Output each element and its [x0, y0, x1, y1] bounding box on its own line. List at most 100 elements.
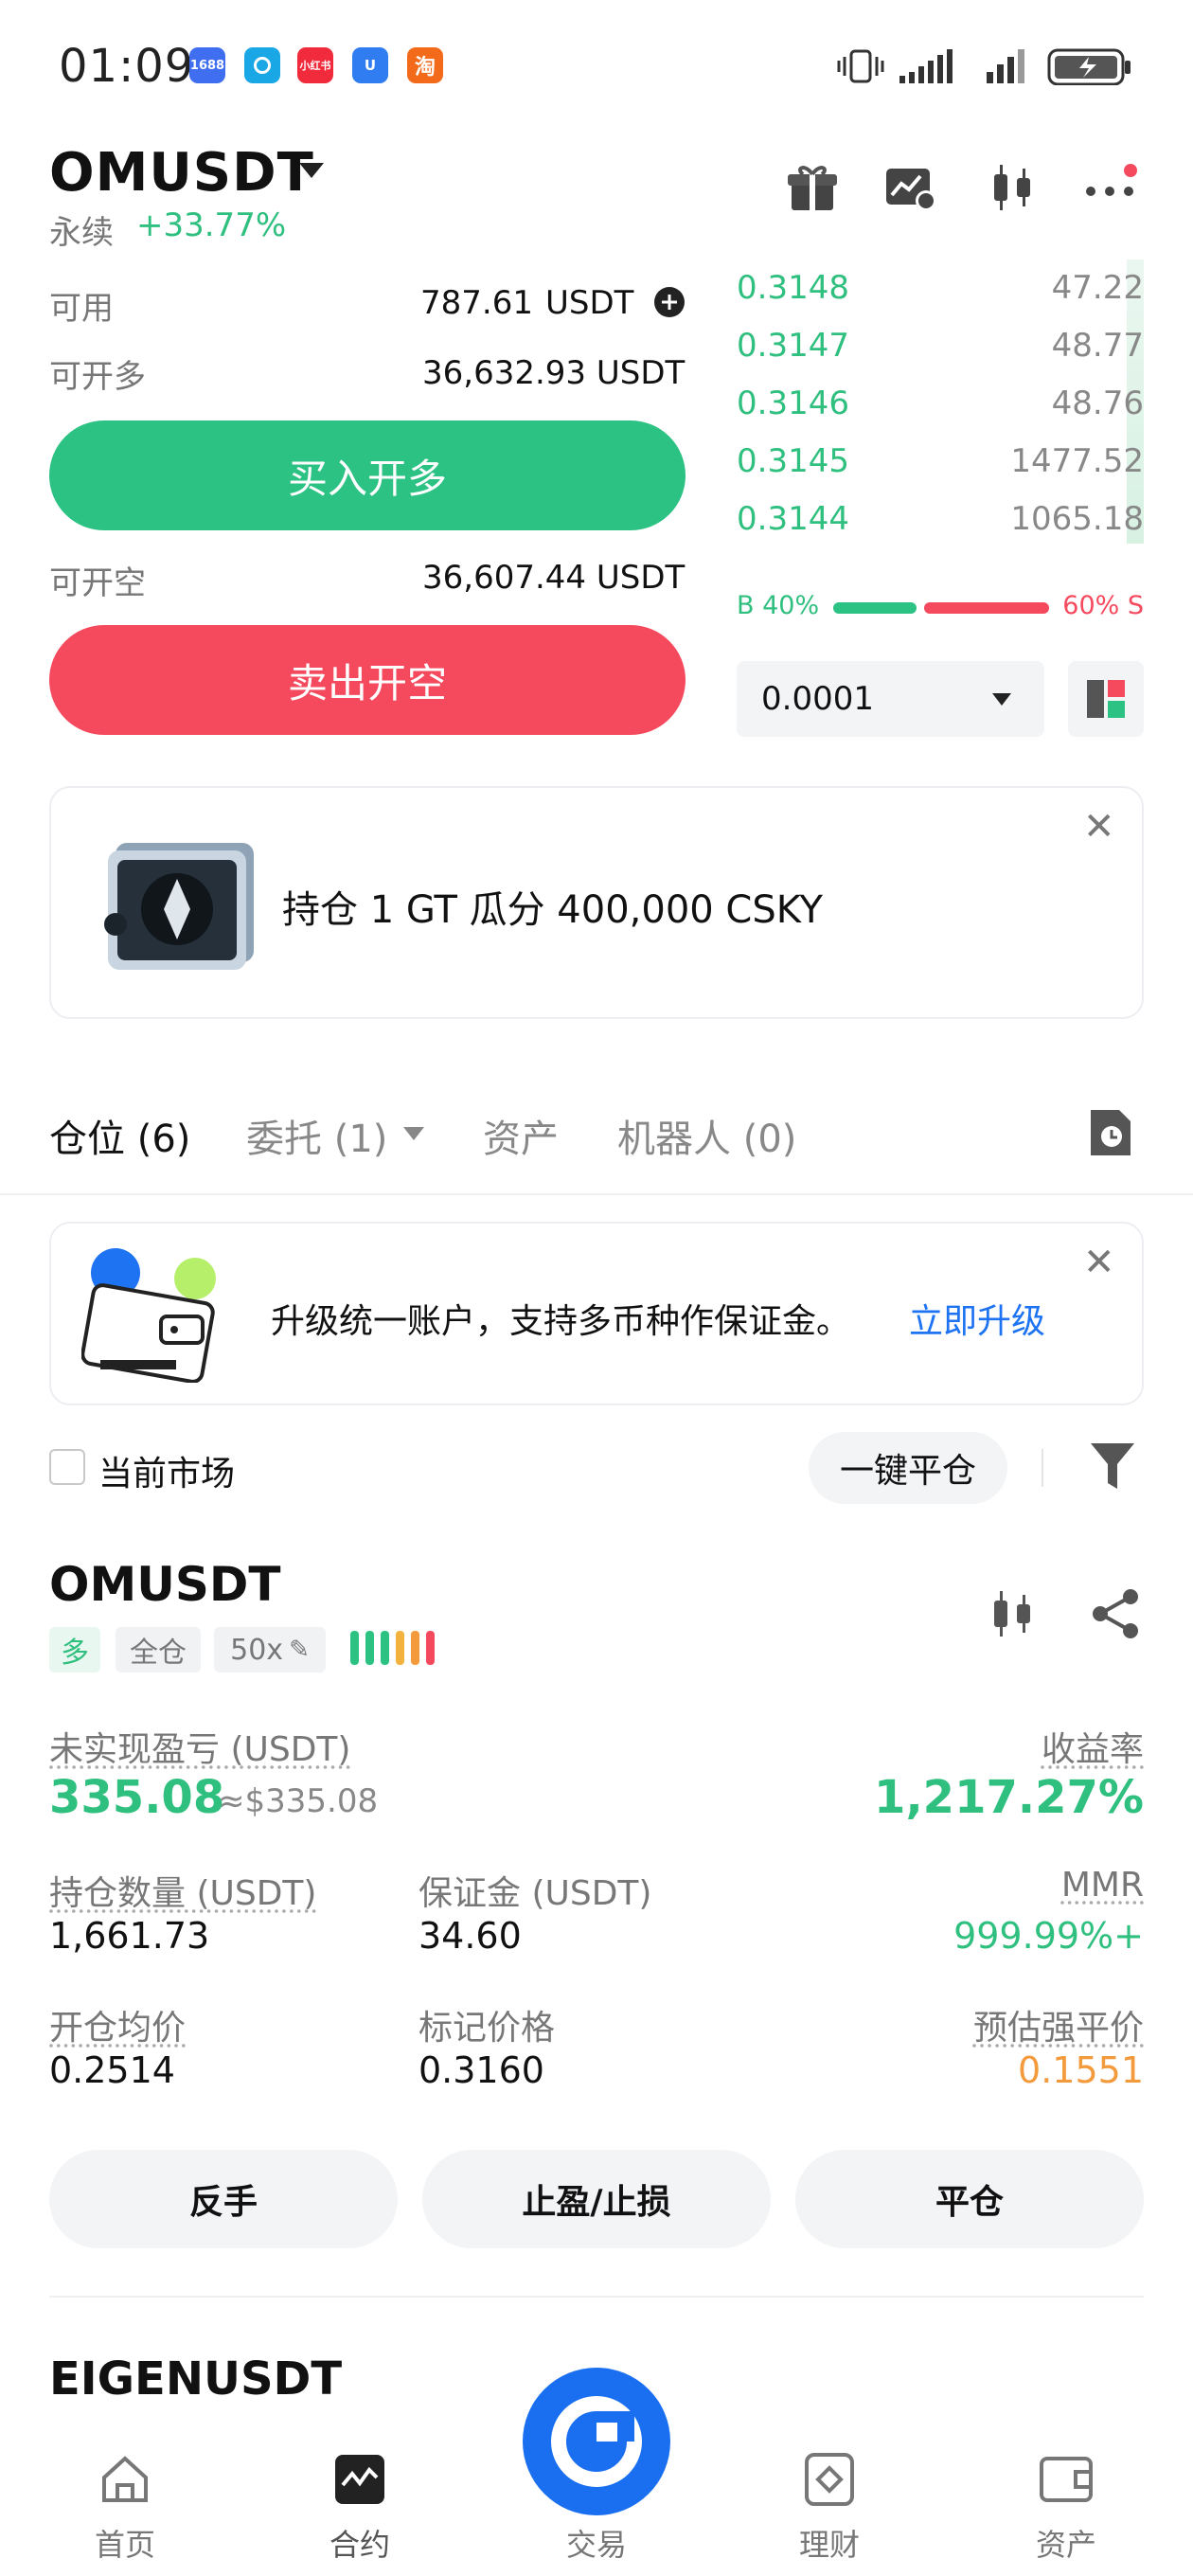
unrealized-pnl-usd: ≈$335.08: [218, 1782, 379, 1820]
more-icon[interactable]: [1081, 159, 1138, 216]
sell-short-button[interactable]: 卖出开空: [49, 625, 686, 735]
orderbook-qty: 1477.52: [1010, 442, 1144, 480]
orderbook-price[interactable]: 0.3148: [737, 269, 849, 307]
tab-positions[interactable]: 仓位 (6): [49, 1108, 190, 1163]
battery-icon: [1047, 48, 1131, 85]
buy-ratio-bar: [833, 602, 917, 614]
unrealized-pnl-label: 未实现盈亏 (USDT): [49, 1730, 351, 1769]
gt-token-cube-icon: [104, 843, 254, 970]
price-change-percent: +33.77%: [136, 206, 287, 244]
vibrate-icon: [837, 49, 884, 83]
app-1688-icon: 1688: [189, 47, 225, 83]
current-market-label[interactable]: 当前市场: [98, 1446, 235, 1495]
roe-label: 收益率: [1041, 1730, 1144, 1769]
tab-assets[interactable]: 资产: [483, 1108, 559, 1163]
chevron-down-icon: [992, 693, 1011, 706]
risk-level-bar: [381, 1631, 389, 1665]
share-icon[interactable]: [1087, 1585, 1144, 1642]
trade-fab-button[interactable]: [523, 2368, 670, 2515]
open-short-value: 36,607.44 USDT: [422, 559, 686, 597]
home-icon: [102, 2456, 148, 2502]
mark-price-value: 0.3160: [418, 2049, 544, 2091]
tab-orders[interactable]: 委托 (1): [246, 1108, 387, 1163]
open-long-label: 可开多: [49, 358, 146, 396]
filter-icon[interactable]: [1089, 1440, 1136, 1493]
risk-level-bar: [350, 1631, 359, 1665]
orderbook-price[interactable]: 0.3146: [737, 385, 849, 422]
edit-pencil-icon: ✎: [289, 1636, 310, 1664]
upgrade-text: 升级统一账户，支持多币种作保证金。: [271, 1302, 851, 1341]
close-icon[interactable]: ✕: [1083, 1241, 1115, 1284]
pair-dropdown-caret-icon[interactable]: [299, 163, 324, 178]
close-all-button[interactable]: 一键平仓: [809, 1432, 1007, 1504]
roe-value: 1,217.27%: [874, 1771, 1144, 1824]
position-size-value: 1,661.73: [49, 1915, 210, 1957]
mmr-value: 999.99%+: [953, 1915, 1144, 1957]
liquidation-price-value: 0.1551: [1018, 2049, 1144, 2091]
margin-value: 34.60: [418, 1915, 522, 1957]
layout-icon: [1087, 680, 1125, 718]
close-icon[interactable]: ✕: [1083, 805, 1115, 849]
candlestick-icon[interactable]: [985, 159, 1042, 216]
nav-trade-label: 交易: [565, 2527, 627, 2563]
chart-settings-icon[interactable]: [882, 159, 939, 216]
history-document-icon[interactable]: [1087, 1106, 1134, 1159]
orderbook-price[interactable]: 0.3147: [737, 327, 849, 365]
nav-earn-label: 理财: [798, 2527, 860, 2563]
liquidation-price-label: 预估强平价: [972, 2009, 1144, 2048]
orderbook-qty: 48.77: [1051, 327, 1144, 365]
upgrade-now-link[interactable]: 立即升级: [909, 1294, 1045, 1343]
buy-long-button[interactable]: 买入开多: [49, 420, 686, 530]
signal-1-icon: [899, 49, 953, 83]
nav-home[interactable]: 首页: [40, 2451, 210, 2563]
unrealized-pnl-value: 335.08: [49, 1771, 225, 1824]
nav-home-label: 首页: [94, 2527, 155, 2563]
app-u-icon: U: [352, 47, 388, 83]
entry-price-value: 0.2514: [49, 2049, 175, 2091]
gift-icon[interactable]: [784, 159, 841, 216]
close-position-button[interactable]: 平仓: [795, 2150, 1144, 2248]
signal-2-icon: [987, 49, 1024, 83]
open-short-label: 可开空: [49, 564, 146, 602]
app-circle-icon: [244, 47, 280, 83]
position-symbol[interactable]: OMUSDT: [49, 1557, 280, 1612]
contract-type-label: 永续: [49, 214, 114, 252]
trade-logo-icon: [551, 2396, 642, 2487]
tpsl-button[interactable]: 止盈/止损: [422, 2150, 771, 2248]
buy-ratio: B 40%: [737, 591, 820, 620]
nav-futures-label: 合约: [329, 2527, 390, 2563]
nav-futures[interactable]: 合约: [275, 2451, 445, 2563]
add-funds-icon[interactable]: [653, 286, 686, 318]
position-symbol[interactable]: EIGENUSDT: [49, 2352, 342, 2406]
risk-level-bar: [411, 1631, 419, 1665]
xiaohongshu-icon: 小红书: [297, 47, 333, 83]
available-unit: USDT: [545, 284, 634, 322]
current-market-checkbox[interactable]: [49, 1449, 85, 1485]
orderbook-price[interactable]: 0.3145: [737, 442, 849, 480]
available-value: 787.61: [420, 284, 533, 322]
reverse-button[interactable]: 反手: [49, 2150, 398, 2248]
leverage-tag[interactable]: 50x ✎: [214, 1627, 326, 1673]
position-size-label: 持仓数量 (USDT): [49, 1874, 317, 1913]
entry-price-label: 开仓均价: [49, 2009, 187, 2048]
orderbook-price[interactable]: 0.3144: [737, 500, 849, 538]
candlestick-icon[interactable]: [985, 1585, 1042, 1642]
nav-assets[interactable]: 资产: [981, 2451, 1151, 2563]
nav-earn[interactable]: 理财: [744, 2451, 915, 2563]
futures-icon: [335, 2455, 384, 2504]
chevron-down-icon[interactable]: [403, 1127, 424, 1140]
tab-bots[interactable]: 机器人 (0): [617, 1108, 796, 1163]
sell-ratio: 60% S: [1062, 591, 1144, 620]
risk-level-bar: [426, 1631, 435, 1665]
earn-icon: [805, 2453, 854, 2506]
taobao-icon: 淘: [407, 47, 443, 83]
divider: [49, 2296, 1144, 2298]
pair-title[interactable]: OMUSDT: [49, 142, 314, 204]
promo-text: 持仓 1 GT 瓜分 400,000 CSKY: [282, 888, 823, 932]
margin-label: 保证金 (USDT): [418, 1874, 652, 1913]
orderbook-layout-button[interactable]: [1068, 661, 1144, 737]
leverage-value: 50x: [230, 1633, 284, 1667]
nav-assets-label: 资产: [1035, 2527, 1096, 2563]
assets-wallet-icon: [1040, 2457, 1093, 2502]
open-long-value: 36,632.93 USDT: [422, 354, 686, 392]
